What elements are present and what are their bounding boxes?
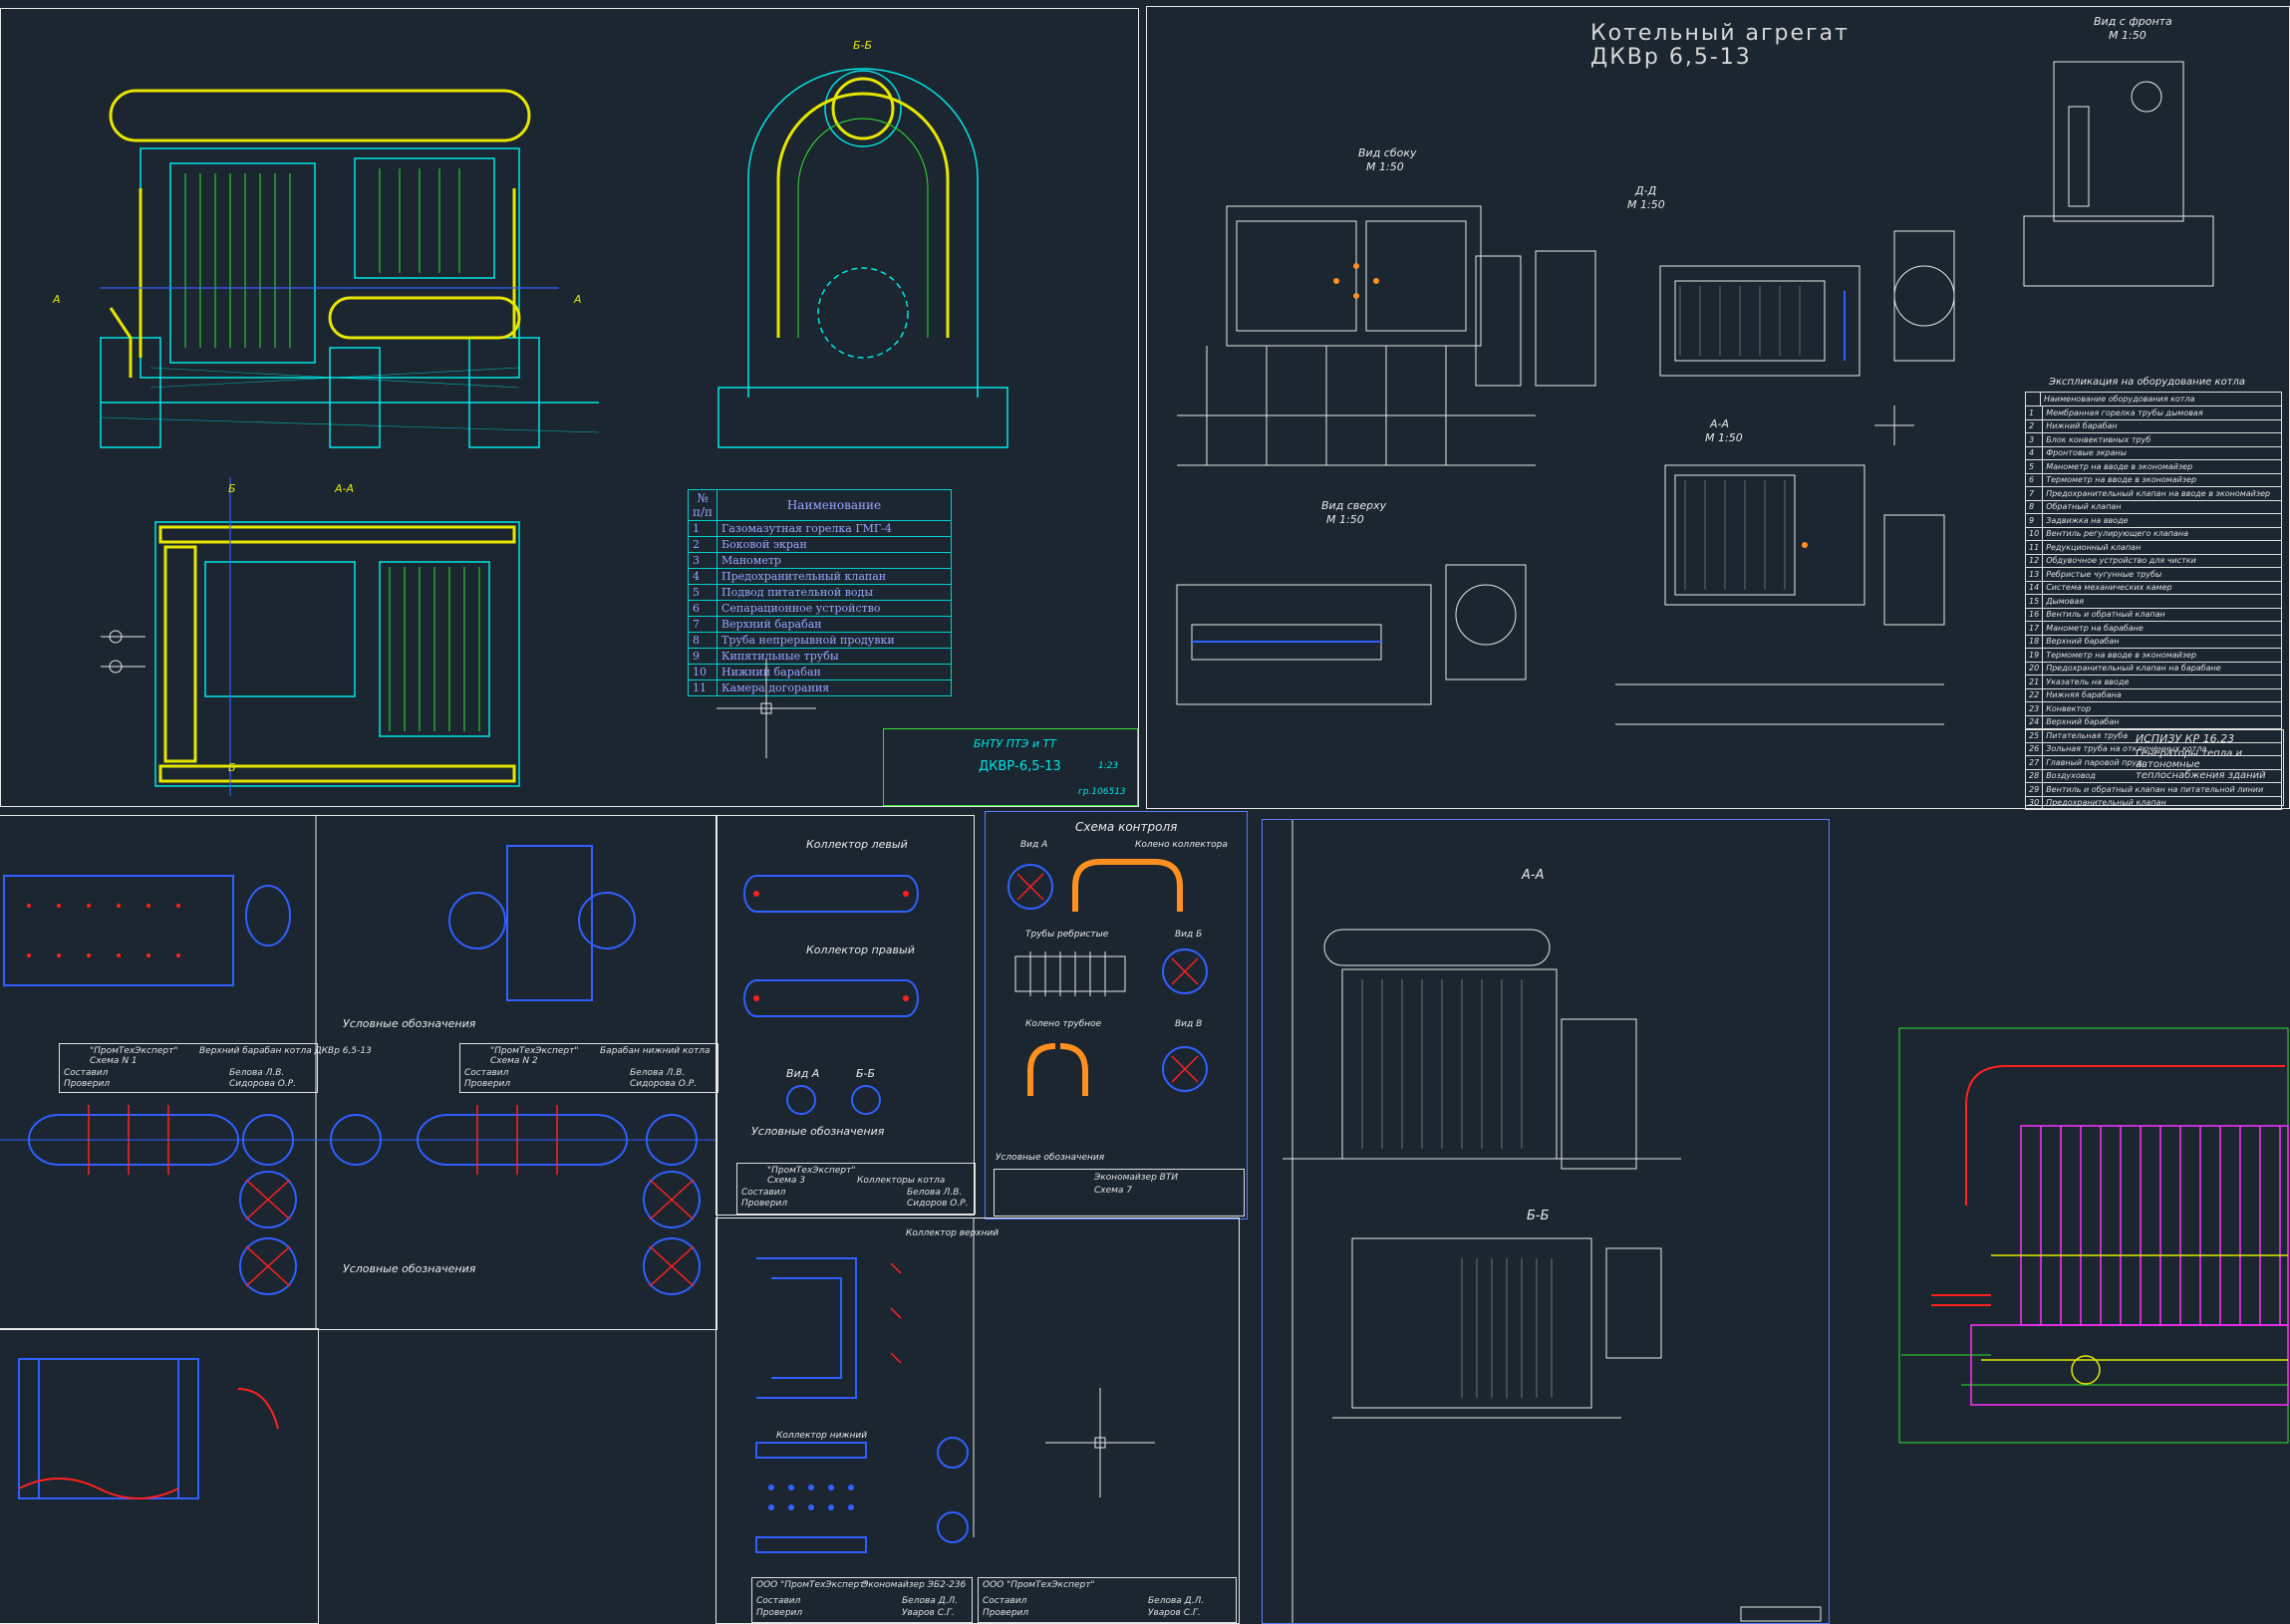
partial-color-drawing-svg	[1898, 1027, 2289, 1444]
sections-drawing	[1283, 820, 1822, 1623]
legend-title: Условные обозначения	[343, 1017, 476, 1030]
section-mark-b-bottom: Б	[228, 761, 236, 774]
table-row: 3 Манометр	[688, 552, 952, 569]
table-row: 8 Обратный клапан	[2024, 499, 2282, 514]
table-row: 18 Верхний барабан	[2024, 634, 2282, 649]
stamp-collectors: "ПромТехЭксперт" Коллекторы котла Схема …	[736, 1163, 976, 1215]
table-row: 11 Редукционный клапан	[2024, 540, 2282, 555]
stamp-scheme-1: "ПромТехЭксперт" Верхний барабан котла Д…	[59, 1043, 372, 1093]
sheet-sections[interactable]: А-А Б-Б	[1262, 819, 1830, 1624]
legend-title: Условные обозначения	[996, 1153, 1105, 1163]
sheet-drum-schemes[interactable]: Условные обозначения Условные обозначени…	[0, 815, 718, 1330]
sheet-control-scheme[interactable]: Схема контроля Вид А Колено коллектора Т…	[985, 811, 1248, 1219]
explication-title: Экспликация на оборудование котла	[2049, 377, 2246, 388]
table-row: 10 Вентиль регулирующего клапана	[2024, 526, 2282, 541]
stamp-org: БНТУ ПТЭ и ТТ	[974, 737, 1056, 750]
table-row: 12 Обдувочное устройство для чистки	[2024, 553, 2282, 568]
table-row: 6 Термометр на вводе в экономайзер	[2024, 472, 2282, 487]
section-mark-a-left: А	[53, 293, 61, 306]
table-row: 4 Предохранительный клапан	[688, 568, 952, 585]
table-row: 7 Верхний барабан	[688, 616, 952, 633]
label-collector-top: Коллектор верхний	[906, 1228, 1000, 1238]
table-row: 7 Предохранительный клапан на вводе в эко…	[2024, 486, 2282, 501]
sheet-pipe-scheme[interactable]	[0, 1328, 319, 1624]
table-row: 24 Верхний барабан	[2024, 714, 2282, 729]
stamp-title: ДКВР-6,5-13	[979, 759, 1061, 774]
explication-table: Наименование оборудования котла	[2025, 392, 2282, 406]
section-bb-label: Б-Б	[853, 39, 873, 52]
table-row: 1 Газомазутная горелка ГМГ-4	[688, 520, 952, 537]
sheet-boiler-assembly[interactable]: Б-Б А-А А А Б Б № п/п Наименование 1 Газо…	[0, 8, 1139, 807]
sheet-economizer[interactable]: Коллектор верхний Коллектор нижний ООО "…	[716, 1218, 1240, 1624]
legend-title: Условные обозначения	[751, 1125, 885, 1138]
title-block: ИСПИЗУ КР 16.23 Генераторы тепла и автон…	[2025, 729, 2284, 806]
table-row: 20 Предохранительный клапан на барабане	[2024, 661, 2282, 676]
stamp-scheme-2: "ПромТехЭксперт" Барабан нижний котла Сх…	[459, 1043, 718, 1093]
table-row: 15 Дымовая	[2024, 594, 2282, 609]
table-row: 5 Подвод питательной воды	[688, 584, 952, 601]
boiler-assembly-drawing	[100, 68, 1008, 796]
stamp-scale: 1:23	[1098, 761, 1119, 771]
table-row: 2 Нижний барабан	[2024, 418, 2282, 433]
table-row: 1 Мембранная горелка трубы дымовая	[2024, 406, 2282, 420]
table-row: 19 Термометр на вводе в экономайзер	[2024, 648, 2282, 663]
table-row: 17 Манометр на барабане	[2024, 621, 2282, 636]
stamp-group: гр.106513	[1078, 787, 1126, 797]
pipe-scheme-drawing	[18, 1358, 279, 1499]
stamp-code: ИСПИЗУ КР 16.23	[2136, 732, 2235, 745]
section-mark-a-right: А	[574, 293, 582, 306]
sheet-boiler-views[interactable]: Котельный агрегат ДКВр 6,5-13 Вид с фрон…	[1146, 6, 2290, 810]
table-row: 21 Указатель на вводе	[2024, 675, 2282, 689]
table-row: 8 Труба непрерывной продувки	[688, 632, 952, 649]
table-row: 9 Задвижка на вводе	[2024, 513, 2282, 528]
partial-color-drawing[interactable]	[1871, 1026, 2290, 1445]
label-collector-bottom: Коллектор нижний	[776, 1431, 868, 1441]
stamp-economizer: ООО "ПромТехЭксперт" Экономайзер ЭБ2-236…	[751, 1577, 973, 1623]
table-row: 14 Система механических камер	[2024, 580, 2282, 595]
legend-title-2: Условные обозначения	[343, 1262, 476, 1275]
table-row: 6 Сепарационное устройство	[688, 600, 952, 617]
table-row: 4 Фронтовые экраны	[2024, 445, 2282, 460]
section-aa-label: А-А	[335, 482, 355, 495]
table-row: 23 Конвектор	[2024, 701, 2282, 716]
economizer-drawing	[755, 1218, 1155, 1553]
sheet-collectors[interactable]: Коллектор левый Коллектор правый Вид А Б…	[716, 815, 976, 1216]
stamp-title: Генераторы тепла и автономные теплоснабж…	[2136, 748, 2266, 781]
spec-header-num: № п/п	[688, 489, 717, 521]
table-row: 22 Нижняя барабана	[2024, 687, 2282, 702]
table-row: 3 Блок конвективных труб	[2024, 432, 2282, 447]
table-row: 5 Манометр на вводе в экономайзер	[2024, 459, 2282, 474]
table-row: 2 Боковой экран	[688, 536, 952, 553]
collectors-drawing	[743, 875, 919, 1115]
stamp-control: Экономайзер ВТИ Схема 7	[994, 1169, 1245, 1217]
section-mark-b-top: Б	[228, 482, 236, 495]
table-row: 16 Вентиль и обратный клапан	[2024, 607, 2282, 622]
table-row: 13 Ребристые чугунные трубы	[2024, 567, 2282, 582]
title-block: БНТУ ПТЭ и ТТ ДКВР-6,5-13 1:23 гр.106513	[883, 728, 1138, 806]
spec-header-name: Наименование	[716, 489, 952, 521]
explication-header: Наименование оборудования котла	[2040, 392, 2282, 406]
stamp-economizer-2: ООО "ПромТехЭксперт" Составил Проверил Б…	[978, 1577, 1237, 1623]
crosshair-cursor	[716, 659, 816, 758]
